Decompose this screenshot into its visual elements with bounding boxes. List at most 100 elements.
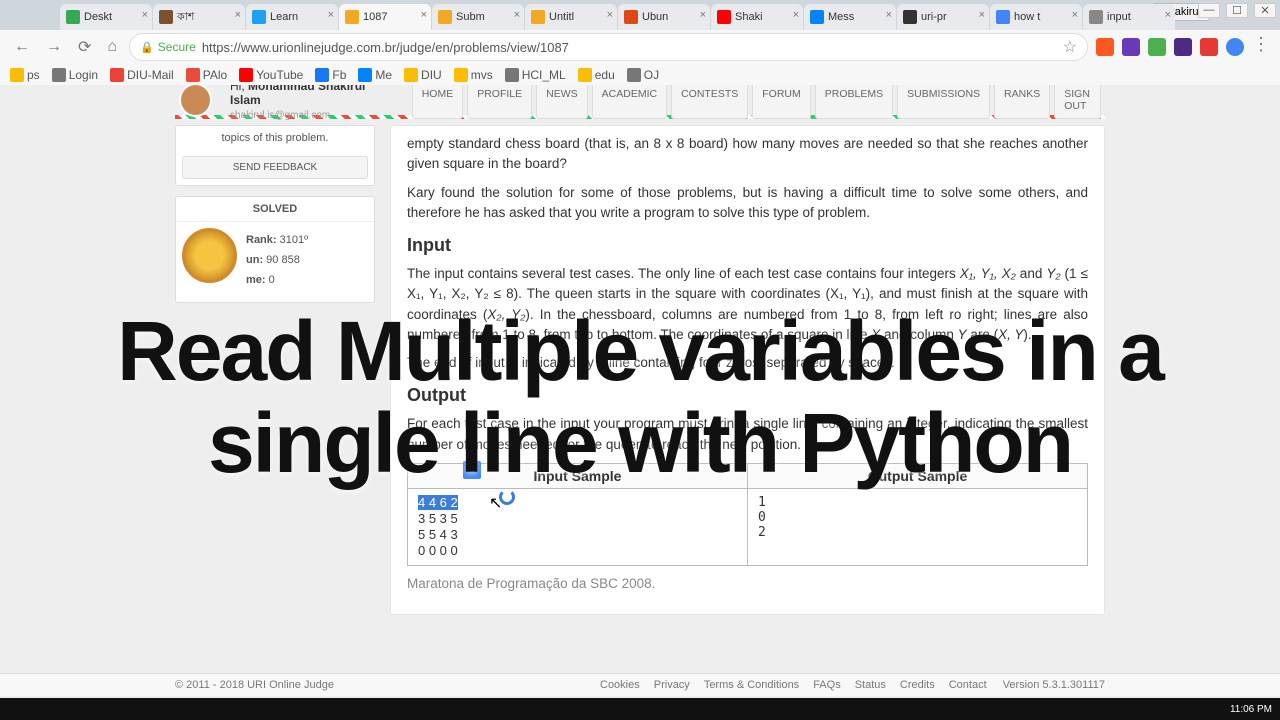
input-sample-cell[interactable]: 4 4 6 2 3 5 3 5 5 5 4 3 0 0 0 0 — [408, 488, 748, 565]
page-viewport: Hi, Mohammad Shakirul Islam shakirul.is@… — [0, 85, 1280, 720]
bookmark-item[interactable]: ps — [10, 68, 40, 82]
footer-link[interactable]: Privacy — [654, 679, 690, 691]
taskbar[interactable]: 11:06 PM — [0, 698, 1280, 720]
source-footnote: Maratona de Programação da SBC 2008. — [407, 574, 1088, 594]
bookmark-item[interactable]: DIU — [404, 68, 442, 82]
home-button[interactable]: ⌂ — [103, 38, 121, 56]
nav-ranks[interactable]: RANKS — [994, 85, 1050, 119]
nav-news[interactable]: NEWS — [536, 85, 588, 119]
footer-link[interactable]: Credits — [900, 679, 935, 691]
ext-icon[interactable] — [1122, 38, 1140, 56]
maximize-button[interactable]: ☐ — [1226, 3, 1248, 18]
tab-close-icon[interactable]: × — [514, 9, 520, 21]
bookmark-item[interactable]: DIU-Mail — [110, 68, 174, 82]
ext-icon[interactable] — [1174, 38, 1192, 56]
footer-link[interactable]: FAQs — [813, 679, 841, 691]
site-footer: © 2011 - 2018 URI Online Judge Cookies Pr… — [0, 673, 1280, 696]
reload-button[interactable]: ⟳ — [74, 37, 95, 57]
site-nav: HOMEPROFILENEWSACADEMICCONTESTSNEWFORUMP… — [412, 85, 1101, 119]
favicon — [624, 10, 638, 24]
browser-tab[interactable]: Mess× — [804, 4, 896, 30]
bookmark-icon — [186, 68, 200, 82]
tab-close-icon[interactable]: × — [607, 9, 613, 21]
ext-icon[interactable] — [1200, 38, 1218, 56]
sample-table: Input Sample Output Sample 4 4 6 2 3 5 3… — [407, 463, 1088, 566]
browser-chrome: Shakirul — ☐ ✕ Deskt×কাশ×Learn×1087×Subm… — [0, 0, 1280, 85]
footer-link[interactable]: Status — [855, 679, 886, 691]
browser-tab[interactable]: 1087× — [339, 4, 431, 30]
browser-tab[interactable]: কাশ× — [153, 4, 245, 30]
bookmark-icon — [505, 68, 519, 82]
sidebar: topics of this problem. SEND FEEDBACK SO… — [175, 125, 375, 615]
ext-icon[interactable] — [1148, 38, 1166, 56]
bookmark-item[interactable]: PAlo — [186, 68, 227, 82]
nav-sign-out[interactable]: SIGN OUT — [1054, 85, 1101, 119]
close-button[interactable]: ✕ — [1254, 3, 1276, 18]
favicon — [717, 10, 731, 24]
browser-tab[interactable]: Subm× — [432, 4, 524, 30]
bookmark-item[interactable]: HCI_ML — [505, 68, 566, 82]
ext-icon[interactable] — [1226, 38, 1244, 56]
tab-close-icon[interactable]: × — [700, 9, 706, 21]
tab-close-icon[interactable]: × — [979, 9, 985, 21]
browser-tab[interactable]: Ubun× — [618, 4, 710, 30]
favicon — [159, 10, 173, 24]
back-button[interactable]: ← — [10, 38, 34, 56]
bookmark-icon — [404, 68, 418, 82]
tab-close-icon[interactable]: × — [421, 9, 427, 21]
browser-tab[interactable]: Shaki× — [711, 4, 803, 30]
footer-link[interactable]: Terms & Conditions — [704, 679, 799, 691]
cursor-icon: ↖ — [489, 493, 502, 513]
favicon — [345, 10, 359, 24]
browser-tab[interactable]: uri-pr× — [897, 4, 989, 30]
avatar[interactable] — [179, 85, 212, 117]
bookmark-item[interactable]: mvs — [454, 68, 493, 82]
bookmark-item[interactable]: Fb — [315, 68, 346, 82]
browser-tab[interactable]: how t× — [990, 4, 1082, 30]
favicon — [252, 10, 266, 24]
solved-panel: SOLVED Rank: 3101º un: 90 858 me: 0 — [175, 196, 375, 303]
favicon — [996, 10, 1010, 24]
favicon — [903, 10, 917, 24]
tab-close-icon[interactable]: × — [142, 9, 148, 21]
nav-profile[interactable]: PROFILE — [467, 85, 532, 119]
tab-close-icon[interactable]: × — [793, 9, 799, 21]
browser-tab[interactable]: Deskt× — [60, 4, 152, 30]
favicon — [438, 10, 452, 24]
forward-button[interactable]: → — [42, 38, 66, 56]
tab-close-icon[interactable]: × — [235, 9, 241, 21]
menu-icon[interactable]: ⋮ — [1252, 38, 1270, 56]
tab-close-icon[interactable]: × — [328, 9, 334, 21]
send-feedback-button[interactable]: SEND FEEDBACK — [182, 156, 368, 179]
browser-tab[interactable]: input× — [1083, 4, 1175, 30]
bookmark-item[interactable]: edu — [578, 68, 615, 82]
bookmark-item[interactable]: OJ — [627, 68, 659, 82]
ext-icon[interactable] — [1096, 38, 1114, 56]
nav-forum[interactable]: FORUM — [752, 85, 811, 119]
tab-close-icon[interactable]: × — [1165, 9, 1171, 21]
bookmark-item[interactable]: Me — [358, 68, 392, 82]
tab-close-icon[interactable]: × — [1072, 9, 1078, 21]
footer-link[interactable]: Contact — [949, 679, 987, 691]
tab-close-icon[interactable]: × — [886, 9, 892, 21]
nav-home[interactable]: HOME — [412, 85, 464, 119]
nav-problems[interactable]: PROBLEMS — [815, 85, 893, 119]
footer-link[interactable]: Cookies — [600, 679, 640, 691]
nav-contests[interactable]: CONTESTSNEW — [671, 85, 748, 119]
browser-tab[interactable]: Untitl× — [525, 4, 617, 30]
output-heading: Output — [407, 385, 1088, 406]
output-sample-cell[interactable]: 1 0 2 — [748, 488, 1088, 565]
nav-submissions[interactable]: SUBMISSIONS — [897, 85, 990, 119]
bookmark-icon — [627, 68, 641, 82]
bookmark-icon — [578, 68, 592, 82]
site-header: Hi, Mohammad Shakirul Islam shakirul.is@… — [175, 85, 1105, 115]
bookmark-item[interactable]: YouTube — [239, 68, 303, 82]
browser-tab[interactable]: Learn× — [246, 4, 338, 30]
copyright: © 2011 - 2018 URI Online Judge — [175, 679, 334, 691]
translate-icon[interactable]: G — [463, 461, 481, 479]
bookmark-star-icon[interactable]: ☆ — [1063, 37, 1077, 57]
address-bar[interactable]: 🔒 Secure https://www.urionlinejudge.com.… — [129, 33, 1088, 61]
bookmark-item[interactable]: Login — [52, 68, 98, 82]
minimize-button[interactable]: — — [1198, 3, 1220, 18]
nav-academic[interactable]: ACADEMIC — [592, 85, 667, 119]
